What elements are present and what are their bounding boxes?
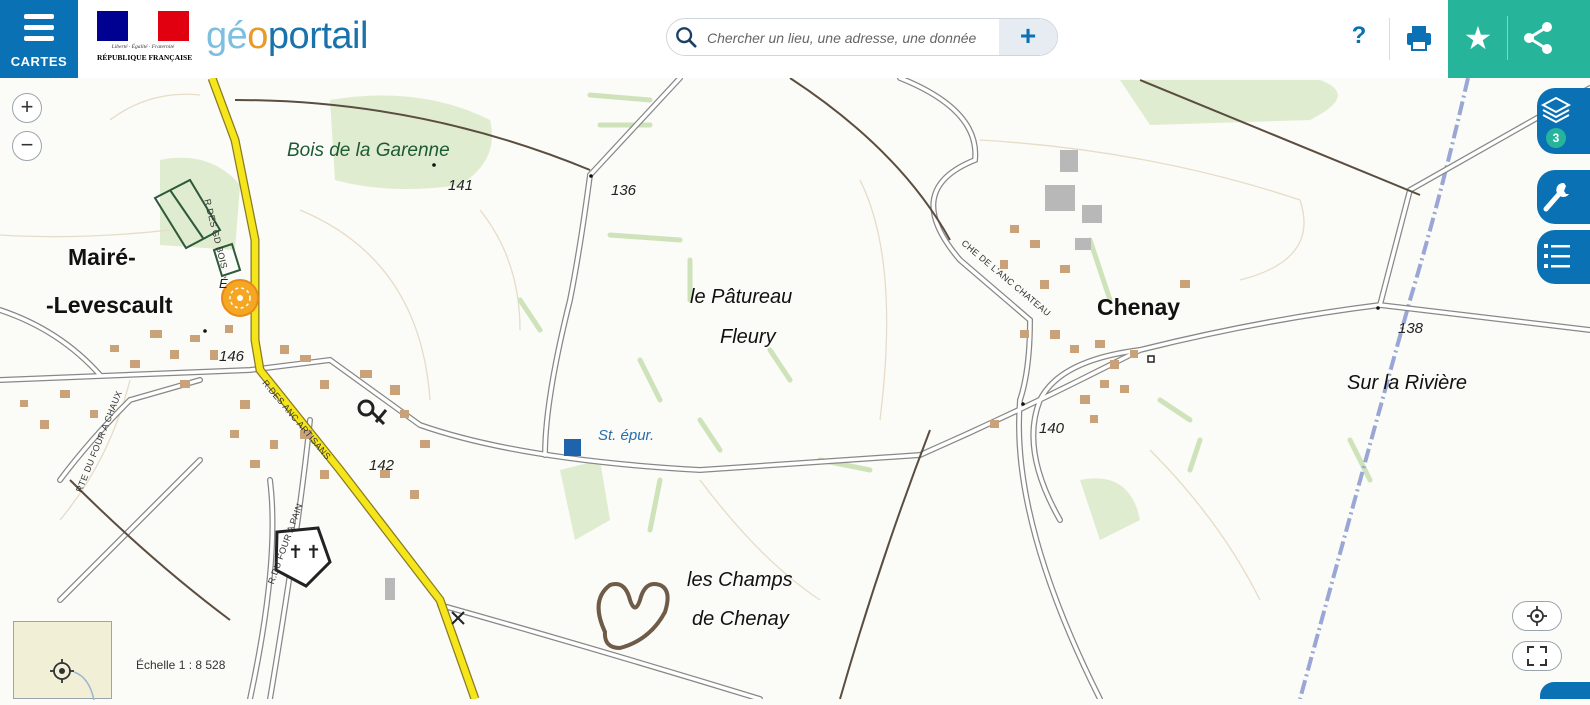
republic-name: RÉPUBLIQUE FRANÇAISE (97, 53, 193, 62)
altitude-136: 136 (611, 182, 637, 199)
geolocate-button[interactable] (1512, 601, 1562, 631)
wayside-cross-icon (451, 611, 465, 625)
geoportail-logo[interactable]: géoportail (206, 14, 368, 58)
brand-part-portail: portail (267, 15, 369, 57)
search-bar: + (666, 18, 1058, 56)
lieudit-riviere: Sur la Rivière (1347, 372, 1468, 394)
search-input[interactable] (705, 27, 989, 49)
place-label-chenay: Chenay (1097, 294, 1181, 320)
wood-label: Bois de la Garenne (287, 140, 450, 161)
top-header: CARTES Liberté · Égalité · Fraternité RÉ… (0, 0, 1590, 78)
race-track (596, 582, 670, 651)
altitude-138: 138 (1398, 320, 1424, 337)
brand-part-ge: gé (206, 15, 248, 57)
cemetery-cross2-icon: ✝ (306, 542, 321, 562)
layers-button[interactable]: 3 (1537, 88, 1590, 154)
wrench-icon (1543, 182, 1569, 212)
fullscreen-icon (1527, 646, 1547, 666)
map-canvas[interactable]: ✝ ✝ Mairé- -Levescault Chenay Bois de la… (0, 78, 1590, 699)
cemetery-cross-icon: ✝ (288, 542, 303, 562)
favorites-share-panel: ★ (1448, 0, 1590, 78)
spot-heights (203, 163, 1380, 406)
water-treatment-icon (564, 439, 581, 456)
expand-panel-tab[interactable] (1540, 682, 1590, 699)
zoom-out-button[interactable]: − (12, 131, 42, 161)
place-label-levescault: -Levescault (46, 292, 173, 318)
altitude-141: 141 (448, 177, 474, 194)
lieudit-pature-1: le Pâtureau (690, 286, 793, 308)
print-icon[interactable] (1404, 22, 1434, 54)
altitude-142: 142 (369, 457, 395, 474)
hamburger-icon (24, 14, 54, 47)
marianne-flag-icon (97, 11, 190, 41)
advanced-search-button[interactable]: + (999, 19, 1057, 55)
water-treatment-label: St. épur. (598, 427, 655, 444)
brand-part-o: o (247, 15, 268, 57)
buildings (20, 225, 1190, 499)
zoom-in-button[interactable]: + (12, 93, 42, 123)
target-icon (1527, 606, 1547, 626)
maps-menu-button[interactable]: CARTES (0, 0, 78, 78)
lieudit-pature-2: Fleury (720, 326, 776, 348)
altitude-140: 140 (1039, 420, 1065, 437)
legend-button[interactable] (1537, 230, 1590, 284)
layers-count-badge: 3 (1546, 128, 1566, 148)
scale-text: Échelle 1 : 8 528 (136, 658, 226, 672)
lieudit-champs-2: de Chenay (692, 608, 789, 630)
republic-motto: Liberté · Égalité · Fraternité (111, 44, 175, 50)
small-building-icon (1147, 355, 1155, 363)
lieudit-champs-1: les Champs (687, 569, 793, 591)
maps-menu-label: CARTES (10, 54, 68, 69)
search-icon[interactable] (675, 26, 697, 48)
minimap-target-icon (50, 659, 95, 701)
school-label: É (219, 276, 228, 291)
star-icon[interactable]: ★ (1461, 18, 1495, 58)
altitude-146: 146 (219, 348, 245, 365)
help-button[interactable]: ? (1348, 22, 1370, 54)
layers-icon (1541, 96, 1571, 124)
republique-francaise-logo[interactable]: Liberté · Égalité · Fraternité RÉPUBLIQU… (97, 11, 193, 67)
tools-button[interactable] (1537, 170, 1590, 224)
fullscreen-button[interactable] (1512, 641, 1562, 671)
header-divider (1389, 18, 1390, 60)
place-label-maire: Mairé- (68, 244, 136, 270)
overview-minimap[interactable] (13, 621, 112, 701)
teal-divider (1507, 16, 1508, 60)
share-icon[interactable] (1518, 18, 1558, 58)
list-icon (1544, 244, 1570, 268)
church-icon (357, 399, 388, 426)
